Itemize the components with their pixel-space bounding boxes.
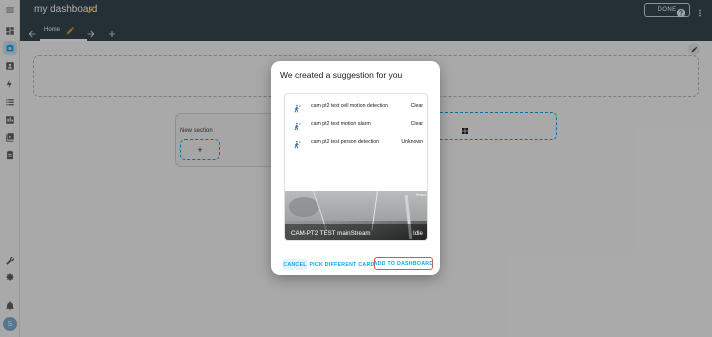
suggested-card-preview: cam pt2 test cell motion detection Clear… xyxy=(284,93,428,241)
entity-name: cam pt2 test motion alarm xyxy=(311,121,371,127)
suggestion-dialog: We created a suggestion for you cam pt2 … xyxy=(271,61,440,275)
entity-row[interactable]: cam pt2 test motion alarm Clear xyxy=(285,115,427,133)
entity-state: Clear xyxy=(410,121,423,127)
entity-row[interactable]: cam pt2 test cell motion detection Clear xyxy=(285,97,427,115)
camera-footer: CAM-PT2 TEST mainStream Idle xyxy=(285,224,427,240)
motion-sensor-icon xyxy=(292,119,302,131)
entity-state: Unknown xyxy=(401,139,423,145)
entity-state: Clear xyxy=(410,103,423,109)
add-to-dashboard-button[interactable]: ADD TO DASHBOARD xyxy=(374,257,433,270)
camera-image-shadow xyxy=(289,197,319,217)
entity-name: cam pt2 test person detection xyxy=(311,139,380,145)
camera-state: Idle xyxy=(413,230,423,237)
entity-row[interactable]: cam pt2 test person detection Unknown xyxy=(285,133,427,151)
entity-name: cam pt2 test cell motion detection xyxy=(311,103,388,109)
dialog-title: We created a suggestion for you xyxy=(280,70,403,80)
cancel-button[interactable]: CANCEL xyxy=(283,259,307,270)
camera-snapshot[interactable]: Sensor CAM-PT2 TEST mainStream Idle xyxy=(285,191,427,240)
camera-name: CAM-PT2 TEST mainStream xyxy=(291,230,371,237)
motion-sensor-icon xyxy=(292,101,302,113)
camera-overlay-text: Sensor xyxy=(415,193,426,197)
pick-different-card-button[interactable]: PICK DIFFERENT CARD xyxy=(309,259,374,270)
motion-sensor-icon xyxy=(292,137,302,149)
